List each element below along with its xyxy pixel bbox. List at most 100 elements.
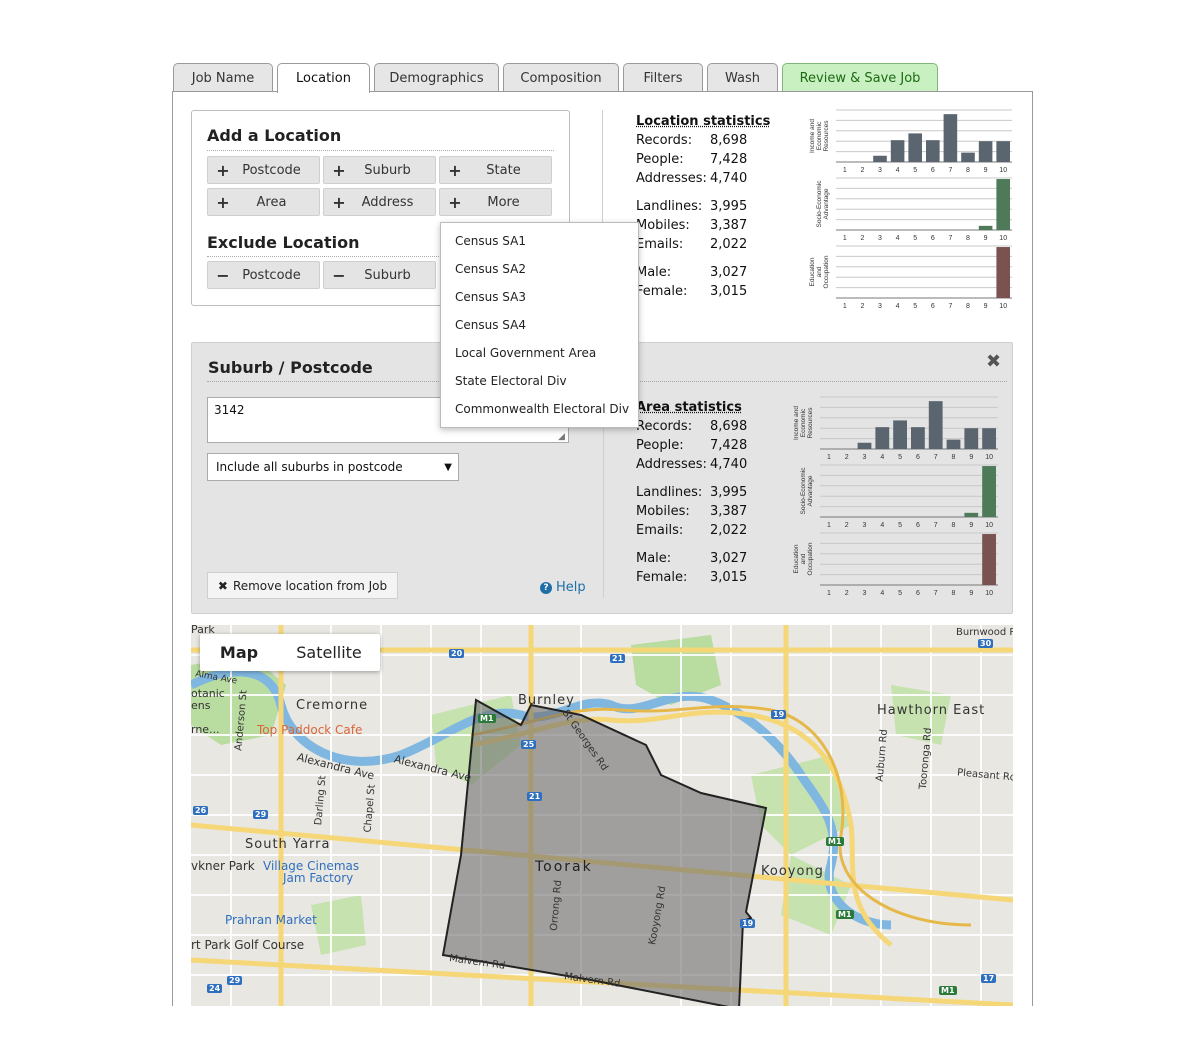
route-shield: 25	[521, 740, 537, 749]
stat-value: 4,740	[710, 457, 748, 472]
add-area-button[interactable]: + Area	[207, 188, 320, 216]
menu-item-census-sa2[interactable]: Census SA2	[455, 262, 526, 276]
stat-value: 7,428	[710, 152, 748, 167]
stat-label: Female:	[636, 570, 688, 585]
minus-icon: −	[332, 265, 346, 285]
map-label: South Yarra	[245, 837, 331, 852]
map-label: Top Paddock Cafe	[257, 723, 363, 737]
stat-value: 3,995	[710, 485, 748, 500]
route-shield: 19	[740, 919, 756, 928]
map-label: ens	[191, 699, 211, 712]
menu-item-census-sa3[interactable]: Census SA3	[455, 290, 526, 304]
divider	[207, 150, 554, 151]
help-link[interactable]: ? Help	[540, 580, 586, 595]
route-shield: 24	[207, 984, 223, 993]
add-address-button[interactable]: + Address	[323, 188, 436, 216]
stat-label: Addresses:	[636, 171, 707, 186]
map-label: Toorak	[535, 859, 593, 875]
plus-icon: +	[448, 192, 462, 212]
tab-demographics[interactable]: Demographics	[374, 63, 499, 92]
stat-label: Records:	[636, 419, 693, 434]
route-shield: M1	[939, 986, 957, 995]
route-shield: 29	[227, 976, 243, 985]
stat-value: 8,698	[710, 133, 748, 148]
map-label: Burnwood Rd	[956, 627, 1013, 638]
menu-item-census-sa1[interactable]: Census SA1	[455, 234, 526, 248]
plus-icon: +	[448, 160, 462, 180]
stat-label: Emails:	[636, 237, 684, 252]
stat-value: 8,698	[710, 419, 748, 434]
map-view[interactable]: Map Satellite Burnley Cremorne Top Paddo…	[191, 625, 1013, 1006]
map-label: Kooyong	[761, 864, 824, 879]
menu-item-local-government-area[interactable]: Local Government Area	[455, 346, 596, 360]
route-shield: M1	[826, 837, 844, 846]
route-shield: M1	[836, 910, 854, 919]
map-label: rne...	[191, 723, 220, 736]
map-label: Burnley	[518, 693, 575, 708]
close-icon[interactable]: ✖	[986, 351, 1001, 372]
stat-label: Addresses:	[636, 457, 707, 472]
map-label: Prahran Market	[225, 913, 317, 927]
exclude-suburb-button[interactable]: − Suburb	[323, 261, 436, 289]
stat-value: 3,995	[710, 199, 748, 214]
stat-label: Male:	[636, 551, 672, 566]
menu-item-census-sa4[interactable]: Census SA4	[455, 318, 526, 332]
route-shield: 30	[978, 639, 994, 648]
map-label: Cremorne	[296, 698, 369, 713]
divider	[207, 256, 439, 257]
stat-label: People:	[636, 152, 684, 167]
stat-label: Records:	[636, 133, 693, 148]
suburb-inclusion-select[interactable]: Include all suburbs in postcode ▼	[207, 453, 459, 481]
stat-label: Mobiles:	[636, 218, 690, 233]
route-shield: 17	[981, 974, 997, 983]
help-icon: ?	[540, 581, 552, 594]
plus-icon: +	[216, 192, 230, 212]
stat-label: Landlines:	[636, 199, 703, 214]
map-label: vkner Park	[191, 859, 255, 873]
tab-composition[interactable]: Composition	[503, 63, 619, 92]
stat-label: Landlines:	[636, 485, 703, 500]
add-postcode-button[interactable]: + Postcode	[207, 156, 320, 184]
stat-label: Male:	[636, 265, 672, 280]
route-shield: 20	[449, 649, 465, 658]
add-suburb-button[interactable]: + Suburb	[323, 156, 436, 184]
add-more-button[interactable]: + More	[439, 188, 552, 216]
stat-value: 3,015	[710, 284, 748, 299]
stat-value: 4,740	[710, 171, 748, 186]
map-label: Hawthorn East	[877, 703, 986, 718]
plus-icon: +	[332, 160, 346, 180]
map-type-map-button[interactable]: Map	[200, 634, 278, 671]
stat-label: Emails:	[636, 523, 684, 538]
location-statistics-title: Location statistics	[636, 114, 771, 129]
exclude-postcode-button[interactable]: − Postcode	[207, 261, 320, 289]
tab-review-save-job[interactable]: Review & Save Job	[782, 63, 938, 92]
more-location-menu: Census SA1 Census SA2 Census SA3 Census …	[440, 222, 639, 428]
plus-icon: +	[332, 192, 346, 212]
tab-wash[interactable]: Wash	[707, 63, 778, 92]
close-icon: ✖	[217, 578, 228, 593]
stat-value: 3,027	[710, 551, 748, 566]
route-shield: 21	[610, 654, 626, 663]
map-label: Jam Factory	[283, 871, 354, 885]
plus-icon: +	[216, 160, 230, 180]
route-shield: M1	[478, 714, 496, 723]
menu-item-commonwealth-electoral-div[interactable]: Commonwealth Electoral Div	[455, 402, 629, 416]
route-shield: 19	[771, 710, 787, 719]
menu-item-state-electoral-div[interactable]: State Electoral Div	[455, 374, 567, 388]
map-type-satellite-button[interactable]: Satellite	[278, 634, 380, 671]
stat-value: 2,022	[710, 523, 748, 538]
tab-filters[interactable]: Filters	[623, 63, 703, 92]
add-location-title: Add a Location	[207, 126, 342, 145]
minus-icon: −	[216, 265, 230, 285]
remove-location-button[interactable]: ✖ Remove location from Job	[207, 572, 398, 599]
stat-value: 2,022	[710, 237, 748, 252]
stat-value: 7,428	[710, 438, 748, 453]
stat-value: 3,387	[710, 504, 748, 519]
tab-job-name[interactable]: Job Name	[173, 63, 273, 92]
resize-handle-icon[interactable]: ◢	[558, 432, 565, 442]
tab-location[interactable]: Location	[277, 63, 370, 93]
stat-value: 3,015	[710, 570, 748, 585]
map-label: rt Park Golf Course	[191, 938, 305, 952]
map-type-control: Map Satellite	[200, 634, 380, 671]
add-state-button[interactable]: + State	[439, 156, 552, 184]
